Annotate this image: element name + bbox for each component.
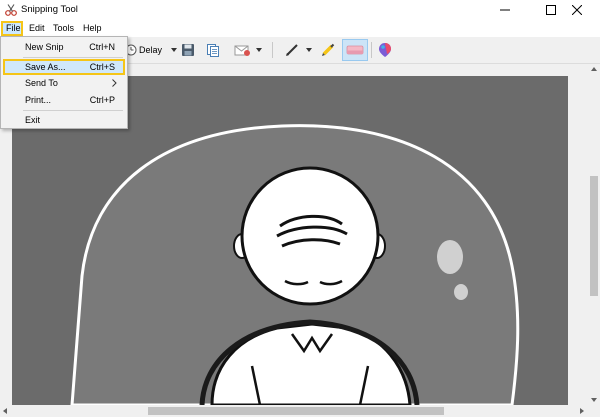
menu-item-label: Send To <box>25 78 58 88</box>
close-button[interactable] <box>554 0 600 20</box>
horizontal-scrollbar[interactable] <box>0 405 588 417</box>
menu-file[interactable]: File <box>1 21 23 36</box>
menu-separator <box>23 110 123 111</box>
chevron-down-icon <box>306 48 312 52</box>
send-snip-button[interactable] <box>230 39 266 61</box>
floppy-disk-icon <box>182 44 194 56</box>
title-bar: Snipping Tool <box>0 0 600 20</box>
envelope-icon <box>234 45 250 56</box>
menu-item-save-as[interactable]: Save As... Ctrl+S <box>3 59 125 75</box>
eraser-button[interactable] <box>342 39 368 61</box>
pen-icon <box>286 44 298 56</box>
file-menu-dropdown: New Snip Ctrl+N Save As... Ctrl+S Send T… <box>0 36 128 129</box>
delay-button[interactable]: Delay <box>122 39 180 61</box>
menu-item-shortcut: Ctrl+N <box>89 42 115 52</box>
vertical-scroll-thumb[interactable] <box>590 176 598 296</box>
menu-help[interactable]: Help <box>80 21 105 36</box>
menu-separator <box>23 57 123 58</box>
chevron-down-icon <box>256 48 262 52</box>
menu-item-label: Exit <box>25 115 41 125</box>
menu-item-exit[interactable]: Exit <box>3 112 125 128</box>
eraser-icon <box>346 45 364 55</box>
menu-bar: File Edit Tools Help <box>0 20 600 37</box>
paint3d-button[interactable] <box>376 39 394 61</box>
vertical-scrollbar[interactable] <box>588 64 600 405</box>
menu-item-shortcut: Ctrl+P <box>89 95 115 105</box>
menu-item-new-snip[interactable]: New Snip Ctrl+N <box>3 39 125 55</box>
menu-item-label: New Snip <box>25 42 64 52</box>
copy-button[interactable] <box>204 39 222 61</box>
toolbar-separator <box>371 42 372 58</box>
highlighter-button[interactable] <box>318 39 338 61</box>
chevron-right-icon <box>112 75 117 87</box>
paint3d-icon <box>379 43 391 57</box>
menu-item-print[interactable]: Print... Ctrl+P <box>3 92 125 108</box>
chevron-down-icon <box>171 48 177 52</box>
scroll-down-icon[interactable] <box>591 398 597 402</box>
save-button[interactable] <box>179 39 197 61</box>
scroll-left-icon[interactable] <box>3 408 7 414</box>
close-icon <box>572 5 582 15</box>
menu-item-label: Print... <box>25 95 52 105</box>
scroll-right-icon[interactable] <box>580 408 584 414</box>
menu-item-label: Save As... <box>25 62 66 72</box>
highlighter-icon <box>322 43 335 56</box>
menu-item-shortcut: Ctrl+S <box>89 62 115 72</box>
scrollbar-corner <box>588 405 600 417</box>
menu-tools[interactable]: Tools <box>50 21 77 36</box>
delay-label: Delay <box>138 45 162 55</box>
menu-item-send-to[interactable]: Send To <box>3 75 125 91</box>
toolbar-separator <box>272 42 273 58</box>
copy-icon <box>207 44 219 57</box>
menu-edit[interactable]: Edit <box>26 21 48 36</box>
pen-button[interactable] <box>280 39 316 61</box>
horizontal-scroll-thumb[interactable] <box>148 407 444 415</box>
minimize-icon <box>500 9 510 11</box>
scroll-up-icon[interactable] <box>591 67 597 71</box>
minimize-button[interactable] <box>482 0 528 20</box>
scissors-icon <box>4 3 18 17</box>
window-title: Snipping Tool <box>21 4 78 15</box>
